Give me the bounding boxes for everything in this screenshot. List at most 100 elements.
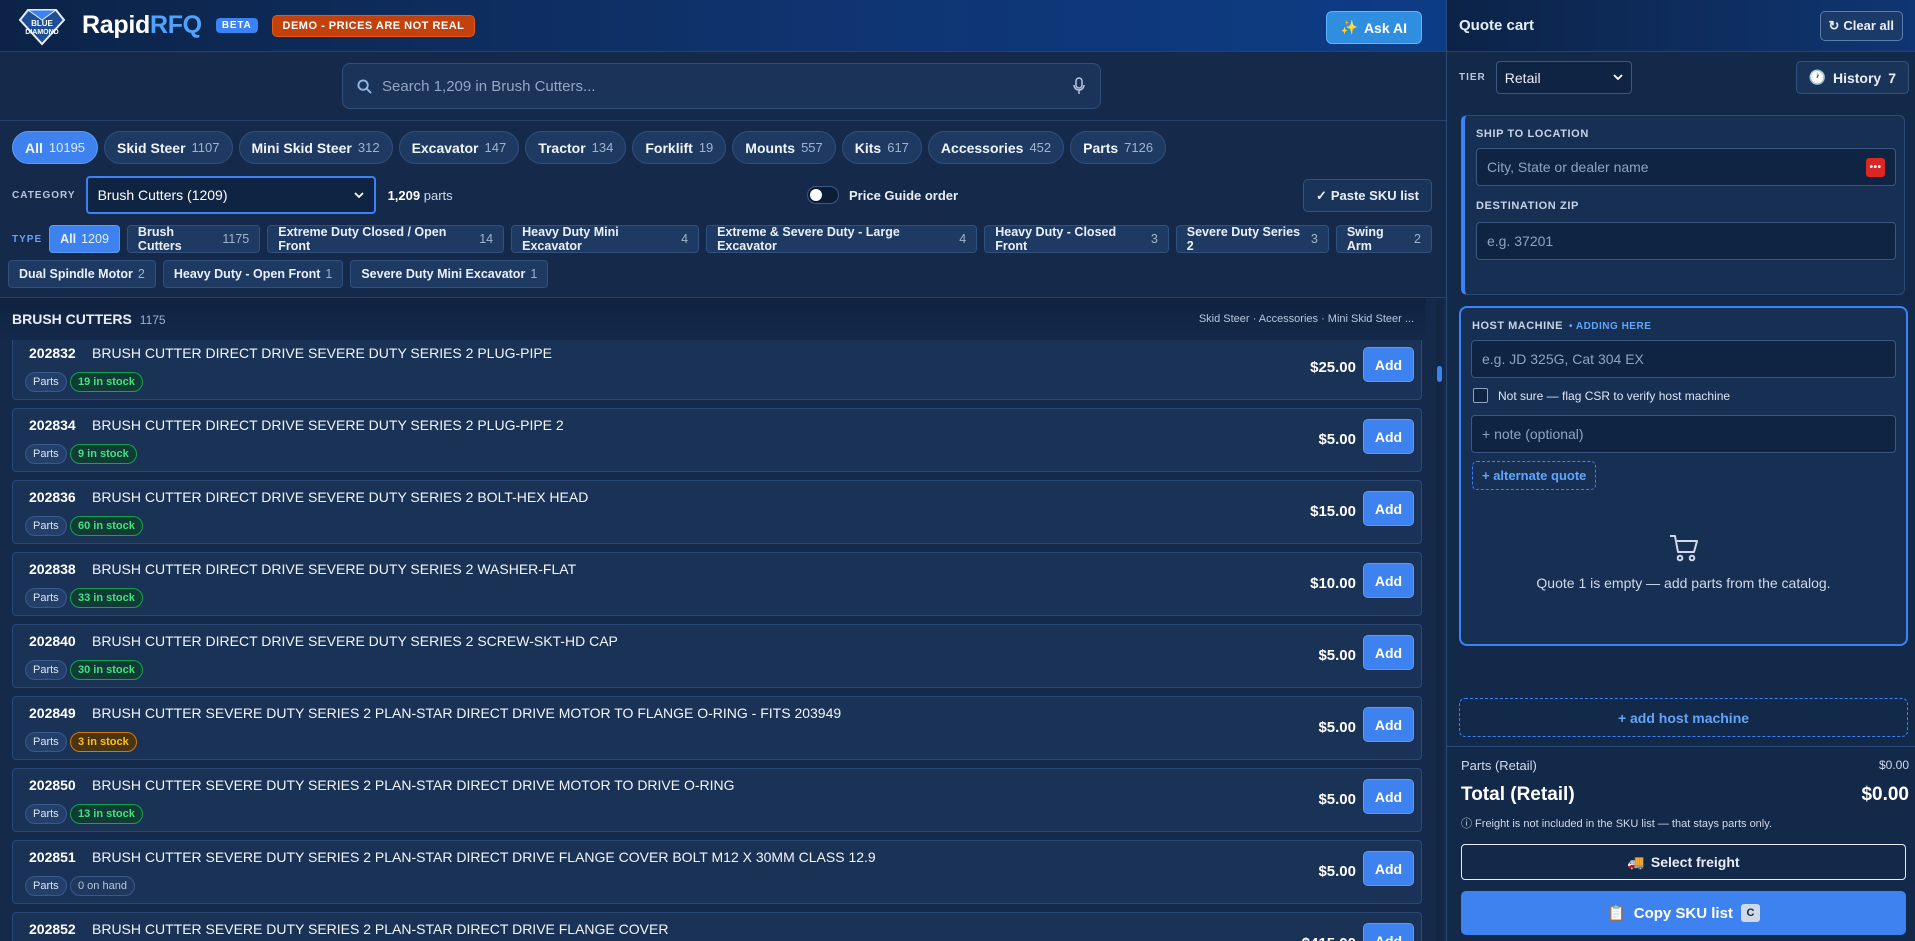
tab-count: 10195	[48, 140, 86, 155]
category-select[interactable]: Brush Cutters (1209)	[85, 176, 376, 214]
zip-placeholder: e.g. 37201	[1487, 233, 1554, 249]
add-to-quote-button[interactable]: Add	[1363, 635, 1414, 670]
paste-sku-button[interactable]: ✓ Paste SKU list	[1302, 179, 1432, 212]
cart-header: Quote cart ↻ Clear all	[1447, 0, 1915, 52]
history-button[interactable]: 🕐 History 7	[1795, 61, 1909, 94]
add-to-quote-button[interactable]: Add	[1363, 419, 1414, 454]
machine-tabs: All 10195 Skid Steer 1107 Mini Skid Steer 312…	[12, 131, 1167, 164]
tab-label: All	[25, 139, 43, 156]
part-row[interactable]: 202836 BRUSH CUTTER DIRECT DRIVE SEVERE D…	[12, 480, 1422, 544]
tab-skid-steer[interactable]: Skid Steer 1107	[104, 131, 233, 164]
category-row: CATEGORY Brush Cutters (1209) 1,209 part…	[12, 176, 1432, 214]
select-freight-label: Select freight	[1650, 854, 1740, 870]
toggle-switch[interactable]	[807, 186, 839, 204]
parts-list: BRUSH CUTTERS 1175 Skid Steer · Accessori…	[0, 298, 1446, 941]
verify-host-checkbox[interactable]	[1473, 388, 1488, 403]
add-to-quote-button[interactable]: Add	[1363, 923, 1414, 941]
tab-mounts[interactable]: Mounts 557	[732, 131, 836, 164]
type-chip[interactable]: Dual Spindle Motor 2	[8, 260, 156, 288]
type-chip[interactable]: Swing Arm 2	[1335, 225, 1432, 253]
search-input[interactable]: Search 1,209 in Brush Cutters...	[342, 63, 1101, 109]
type-chip[interactable]: Brush Cutters 1175	[126, 225, 261, 253]
copy-sku-list-button[interactable]: 📋 Copy SKU list C	[1461, 891, 1906, 935]
part-row[interactable]: 202851 BRUSH CUTTER SEVERE DUTY SERIES 2 …	[12, 840, 1422, 904]
add-to-quote-button[interactable]: Add	[1363, 491, 1414, 526]
list-scrollbar[interactable]	[1436, 298, 1443, 941]
note-input[interactable]: + note (optional)	[1471, 415, 1896, 453]
ask-ai-button[interactable]: ✨ Ask AI	[1325, 11, 1422, 44]
parts-subtotal-label: Parts (Retail)	[1461, 758, 1537, 773]
divider	[0, 120, 1446, 121]
type-chip[interactable]: Extreme & Severe Duty - Large Excavator 4	[706, 225, 978, 253]
type-chip[interactable]: All 1209	[49, 225, 120, 253]
part-row[interactable]: 202840 BRUSH CUTTER DIRECT DRIVE SEVERE D…	[12, 624, 1422, 688]
tab-forklift[interactable]: Forklift 19	[632, 131, 727, 164]
blue-diamond-logo[interactable]: BLUE DIAMOND	[12, 4, 74, 48]
type-chip-count: 4	[959, 232, 967, 246]
part-price: $5.00	[1318, 863, 1356, 880]
part-row[interactable]: 202850 BRUSH CUTTER SEVERE DUTY SERIES 2 …	[12, 768, 1422, 832]
type-chip-count: 1209	[81, 232, 109, 246]
tab-label: Skid Steer	[117, 139, 186, 156]
verify-host-checkbox-row[interactable]: Not sure — flag CSR to verify host machi…	[1473, 388, 1730, 403]
alternate-quote-button[interactable]: + alternate quote	[1472, 461, 1597, 490]
type-chip[interactable]: Heavy Duty - Closed Front 3	[984, 225, 1169, 253]
ship-location-input[interactable]: City, State or dealer name •••	[1476, 148, 1896, 186]
clear-all-button[interactable]: ↻ Clear all	[1819, 10, 1903, 41]
tab-accessories[interactable]: Accessories 452	[927, 131, 1065, 164]
type-chip-label: Dual Spindle Motor	[19, 267, 133, 281]
part-price: $5.00	[1318, 431, 1356, 448]
destination-zip-label: DESTINATION ZIP	[1476, 200, 1579, 212]
price-guide-toggle[interactable]: Price Guide order	[807, 186, 958, 204]
adding-here-indicator: • ADDING HERE	[1568, 321, 1652, 332]
tab-all[interactable]: All 10195	[12, 131, 99, 164]
stock-badge: 9 in stock	[70, 444, 137, 464]
select-freight-button[interactable]: 🚚 Select freight	[1461, 844, 1906, 880]
type-chip[interactable]: Heavy Duty - Open Front 1	[162, 260, 344, 288]
tier-select[interactable]: Retail	[1495, 61, 1632, 94]
quote-cart-panel: Quote cart ↻ Clear all TIER Retail 🕐 His…	[1446, 0, 1915, 941]
destination-zip-input[interactable]: e.g. 37201	[1476, 222, 1896, 260]
brand-rapid: Rapid	[82, 11, 150, 39]
add-to-quote-button[interactable]: Add	[1363, 851, 1414, 886]
tab-excavator[interactable]: Excavator 147	[398, 131, 520, 164]
add-to-quote-button[interactable]: Add	[1363, 779, 1414, 814]
add-to-quote-button[interactable]: Add	[1363, 347, 1414, 382]
tab-label: Tractor	[538, 139, 586, 156]
scrollbar-thumb[interactable]	[1437, 366, 1442, 382]
clipboard-icon: 📋	[1607, 905, 1626, 922]
type-chip[interactable]: Extreme Duty Closed / Open Front 14	[267, 225, 505, 253]
type-chip[interactable]: Severe Duty Mini Excavator 1	[350, 260, 549, 288]
type-chip[interactable]: Severe Duty Series 2 3	[1175, 225, 1329, 253]
svg-text:BLUE: BLUE	[31, 19, 53, 28]
part-description: BRUSH CUTTER DIRECT DRIVE SEVERE DUTY SE…	[92, 561, 577, 577]
tab-mini-skid-steer[interactable]: Mini Skid Steer 312	[238, 131, 393, 164]
stock-badge: 33 in stock	[70, 588, 143, 608]
add-host-machine-button[interactable]: + add host machine	[1459, 698, 1908, 737]
clear-all-label: Clear all	[1843, 18, 1894, 33]
host-machine-label-wrap: HOST MACHINE • ADDING HERE	[1472, 320, 1651, 332]
tab-tractor[interactable]: Tractor 134	[525, 131, 627, 164]
add-to-quote-button[interactable]: Add	[1363, 563, 1414, 598]
part-row[interactable]: 202849 BRUSH CUTTER SEVERE DUTY SERIES 2 …	[12, 696, 1422, 760]
add-to-quote-button[interactable]: Add	[1363, 707, 1414, 742]
type-chip-label: Extreme & Severe Duty - Large Excavator	[717, 225, 900, 253]
host-machine-card: HOST MACHINE • ADDING HERE e.g. JD 325G, …	[1459, 306, 1908, 646]
tab-parts[interactable]: Parts 7126	[1070, 131, 1167, 164]
part-row[interactable]: 202838 BRUSH CUTTER DIRECT DRIVE SEVERE D…	[12, 552, 1422, 616]
category-label: CATEGORY	[12, 189, 76, 201]
price-guide-label: Price Guide order	[849, 187, 959, 203]
host-machine-input[interactable]: e.g. JD 325G, Cat 304 EX	[1471, 340, 1896, 378]
microphone-icon[interactable]	[1072, 77, 1086, 95]
tab-kits[interactable]: Kits 617	[841, 131, 922, 164]
section-count: 1175	[139, 313, 166, 327]
host-machine-placeholder: e.g. JD 325G, Cat 304 EX	[1482, 351, 1644, 367]
part-row[interactable]: 202832 BRUSH CUTTER DIRECT DRIVE SEVERE D…	[12, 336, 1422, 400]
part-row[interactable]: 202852 BRUSH CUTTER SEVERE DUTY SERIES 2 …	[12, 912, 1422, 941]
tab-count: 1107	[191, 140, 220, 155]
part-sku: 202836	[29, 489, 76, 505]
type-chip[interactable]: Heavy Duty Mini Excavator 4	[511, 225, 700, 253]
part-row[interactable]: 202834 BRUSH CUTTER DIRECT DRIVE SEVERE D…	[12, 408, 1422, 472]
more-options-icon[interactable]: •••	[1866, 158, 1885, 177]
type-chip-count: 1	[530, 267, 538, 281]
